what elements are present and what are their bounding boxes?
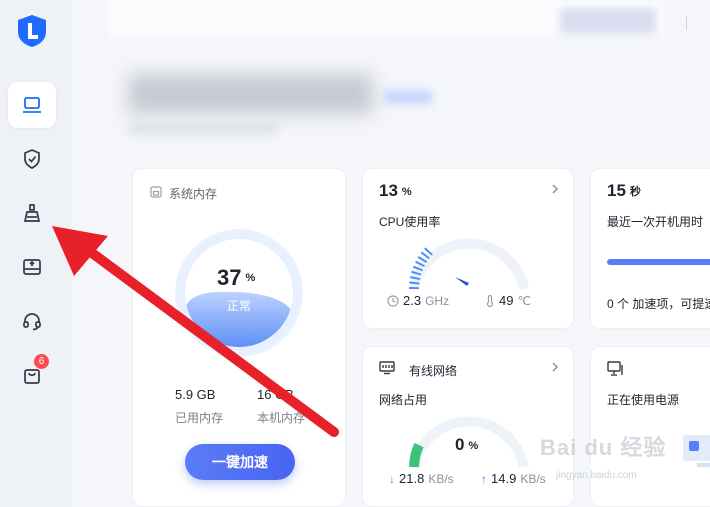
memory-gauge: [185, 239, 293, 347]
sidebar-item-store[interactable]: 6: [8, 352, 56, 398]
network-percent: 0%: [455, 435, 479, 454]
power-status-label: 正在使用电源: [607, 393, 680, 407]
cpu-usage-value: 13%: [379, 181, 412, 200]
total-memory-label: 本机内存: [257, 411, 306, 425]
total-memory-value: 16 GB: [257, 387, 294, 402]
sidebar-item-toolbox[interactable]: [8, 244, 56, 290]
one-click-boost-button[interactable]: 一键加速: [185, 444, 295, 480]
desktop-power-icon: [607, 361, 623, 376]
watermark: Bai du 经验: [540, 435, 667, 460]
download-speed: ↓ 21.8 KB/s: [389, 471, 454, 486]
greeting-link-blurred[interactable]: [384, 90, 432, 104]
ethernet-icon: [379, 361, 395, 375]
cpu-card[interactable]: 13% CPU使用率 2.3 GHz 49 ℃: [362, 168, 574, 329]
headset-icon: [23, 313, 41, 331]
watermark-url: jingyan.baidu.com: [556, 470, 637, 481]
network-title: 有线网络: [409, 364, 458, 378]
app-logo-icon: [18, 15, 46, 47]
used-memory-label: 已用内存: [175, 411, 224, 425]
box-upload-icon: [23, 259, 41, 275]
memory-card: 系统内存 37% 正常 5.9 GB 已用内存 16 GB 本机内存 一键加速: [132, 168, 346, 507]
boot-time-label: 最近一次开机用时: [607, 215, 704, 229]
broom-icon: [23, 204, 41, 222]
network-card[interactable]: 有线网络 网络占用 0% ↓ 21.8 KB/s ↑ 14.9 KB/s: [362, 346, 574, 507]
greeting-title-blurred: [128, 74, 373, 114]
notification-badge: 6: [34, 354, 49, 369]
sidebar-item-cleanup[interactable]: [8, 190, 56, 236]
memory-status: 正常: [227, 299, 252, 313]
clock-icon: [387, 294, 399, 307]
power-card[interactable]: 正在使用电源: [590, 346, 710, 507]
sidebar-item-support[interactable]: [8, 298, 56, 344]
cpu-gauge: [409, 238, 529, 291]
memory-chip-icon: [150, 186, 162, 198]
used-memory-value: 5.9 GB: [175, 387, 216, 402]
sidebar: 6: [0, 0, 72, 507]
shield-check-icon: [24, 149, 40, 169]
sidebar-item-computer[interactable]: [8, 82, 56, 128]
greeting-subtitle-blurred: [128, 122, 278, 134]
boot-items-note: 0 个 加速项，可提速: [607, 297, 710, 311]
network-usage-label: 网络占用: [379, 393, 428, 407]
chevron-right-icon[interactable]: [549, 361, 561, 373]
boot-time-value: 15 秒: [607, 181, 641, 200]
boot-time-card[interactable]: 15 秒 最近一次开机用时 0 个 加速项，可提速: [590, 168, 710, 329]
monitor-illustration-icon: [683, 435, 710, 467]
chevron-right-icon[interactable]: [549, 183, 561, 195]
memory-percent: 37%: [217, 265, 256, 290]
thermometer-icon: [486, 294, 494, 307]
boot-progress: [607, 259, 710, 265]
cpu-temperature: 49 ℃: [485, 293, 531, 308]
upload-speed: ↑ 14.9 KB/s: [481, 471, 546, 486]
header-divider: [686, 16, 687, 30]
account-area-blurred[interactable]: [560, 8, 656, 34]
laptop-icon: [23, 97, 41, 113]
cpu-frequency: 2.3 GHz: [387, 293, 449, 308]
boot-progress-fill: [607, 259, 710, 265]
cpu-usage-label: CPU使用率: [379, 215, 441, 229]
memory-title: 系统内存: [169, 187, 218, 201]
arrow-down-icon: ↓: [389, 471, 395, 486]
arrow-up-icon: ↑: [481, 471, 487, 486]
sidebar-item-security[interactable]: [8, 136, 56, 182]
